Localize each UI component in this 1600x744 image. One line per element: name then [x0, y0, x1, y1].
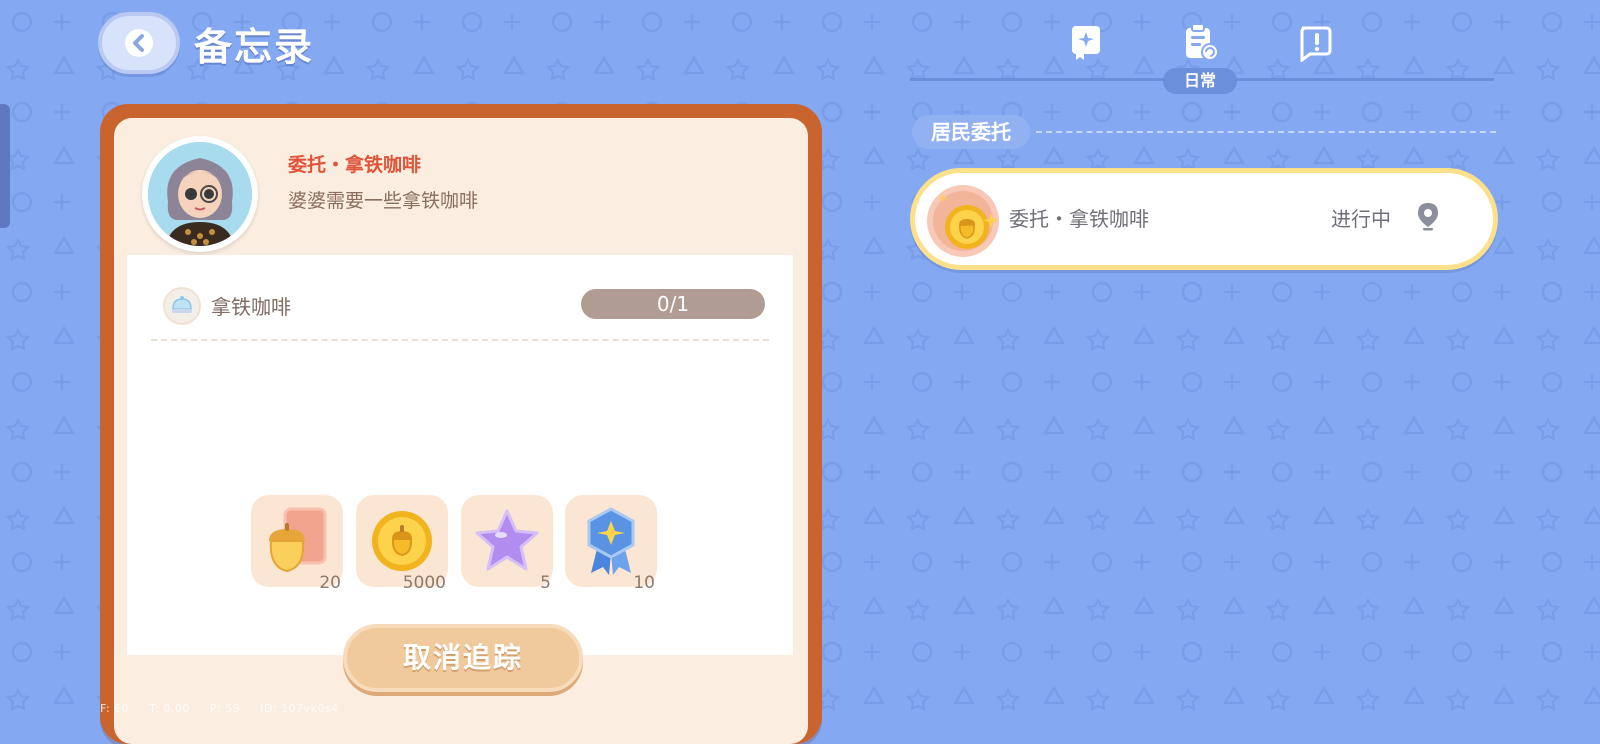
page-title: 备忘录 [194, 25, 315, 69]
reward-item[interactable]: 20 [251, 495, 343, 593]
reward-count: 20 [319, 573, 341, 593]
reward-count: 10 [633, 573, 655, 593]
location-pin-icon[interactable] [1415, 201, 1441, 235]
side-drawer-handle[interactable] [0, 104, 10, 228]
debug-time: T: 0.00 [149, 702, 190, 715]
reward-count: 5000 [402, 573, 446, 593]
reward-item[interactable]: 5000 [356, 495, 448, 593]
debug-ping: P: 59 [209, 702, 241, 715]
commission-title: 委托・拿铁咖啡 [288, 154, 422, 176]
debug-overlay: F: 60 T: 0.00 P: 59 ID: 107vk0s4 [100, 702, 355, 715]
requirement-panel: 拿铁咖啡 0/1 20 5000 5 10 [127, 255, 793, 655]
active-tab-label: 日常 [1163, 68, 1237, 94]
daily-clipboard-icon [1186, 23, 1219, 61]
section-title: 居民委托 [912, 115, 1030, 149]
section-divider [1036, 131, 1496, 133]
purple-star-icon [475, 509, 539, 571]
debug-id: ID: 107vk0s4 [260, 702, 339, 715]
requirement-item-name: 拿铁咖啡 [211, 295, 291, 319]
divider [151, 339, 769, 341]
grandma-portrait-icon [148, 142, 252, 246]
cancel-tracking-button[interactable]: 取消追踪 [343, 624, 583, 692]
latte-item-icon [163, 287, 201, 325]
tab-daily[interactable] [1176, 18, 1224, 66]
npc-avatar [142, 136, 258, 252]
task-list-status: 进行中 [1331, 207, 1391, 231]
gold-coin-icon [927, 185, 999, 257]
task-list-title: 委托・拿铁咖啡 [1009, 207, 1149, 231]
reward-item[interactable]: 10 [565, 495, 657, 593]
gold-coin-icon [372, 511, 432, 571]
task-list-item[interactable]: 委托・拿铁咖啡 进行中 [910, 168, 1498, 270]
reward-count: 5 [540, 573, 551, 593]
back-button[interactable] [98, 12, 180, 74]
commission-description: 婆婆需要一些拿铁咖啡 [288, 190, 479, 212]
debug-fps: F: 60 [100, 702, 130, 715]
requirement-progress: 0/1 [581, 289, 765, 319]
blue-badge-icon [587, 507, 635, 575]
story-book-icon [1072, 26, 1100, 60]
acorn-card-icon [269, 507, 327, 573]
exclamation-note-icon [1300, 26, 1332, 62]
task-coin-badge [925, 183, 1001, 263]
chevron-left-icon [125, 29, 153, 57]
tab-notice[interactable] [1290, 18, 1338, 66]
reward-item[interactable]: 5 [461, 495, 553, 593]
tab-story[interactable] [1062, 18, 1110, 66]
